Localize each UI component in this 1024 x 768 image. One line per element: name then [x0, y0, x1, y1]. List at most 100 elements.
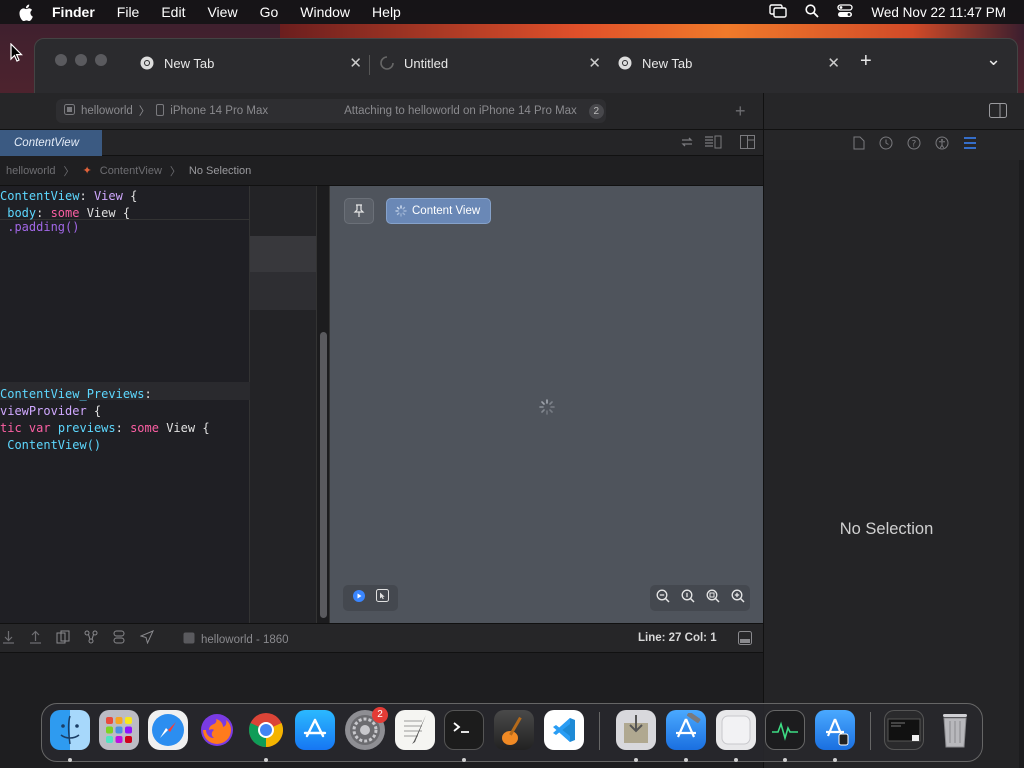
selectable-mode-icon[interactable] — [376, 589, 389, 607]
code-token: body — [0, 206, 37, 220]
scheme-device[interactable]: iPhone 14 Pro Max — [170, 105, 268, 117]
garageband-icon — [502, 716, 522, 745]
preview-mode-toggle — [343, 585, 398, 611]
environment-overrides-icon[interactable] — [112, 630, 126, 647]
debug-target-label[interactable]: helloworld - 1860 — [201, 634, 289, 646]
toggle-debug-area-icon[interactable] — [738, 631, 752, 648]
tab-search-button[interactable]: ⌄ — [986, 49, 1001, 70]
add-library-button[interactable]: + — [735, 101, 746, 122]
dock-app-xcode[interactable] — [666, 710, 706, 750]
apple-menu-icon[interactable] — [0, 4, 52, 21]
dock-app-system-settings[interactable]: 2 — [345, 707, 388, 750]
memory-graph-icon[interactable] — [84, 630, 98, 647]
zoom-actual-size-icon[interactable] — [681, 589, 695, 608]
dock-app-chrome[interactable] — [246, 710, 286, 750]
content-view-preview-button[interactable]: Content View — [386, 198, 491, 224]
window-minimize-button[interactable] — [75, 54, 87, 66]
file-inspector-icon[interactable] — [853, 136, 865, 155]
scheme-project[interactable]: helloworld — [81, 105, 133, 117]
live-preview-icon[interactable] — [352, 589, 366, 608]
toggle-inspector-icon[interactable] — [989, 103, 1007, 123]
running-indicator — [634, 758, 638, 762]
dock-app-firefox[interactable] — [197, 710, 237, 750]
browser-tab[interactable]: Untitled ✕ — [380, 45, 601, 81]
tab-close-icon[interactable]: ✕ — [588, 54, 601, 72]
zoom-in-icon[interactable] — [731, 589, 745, 608]
dock-app-screen-preview[interactable] — [884, 710, 924, 750]
editor-options-icon[interactable] — [704, 135, 722, 154]
jump-bar: helloworld 〉 ✦ ContentView 〉 No Selectio… — [0, 156, 763, 186]
editor-tab-contentview[interactable]: ContentView — [0, 130, 102, 156]
step-into-icon[interactable] — [2, 630, 15, 647]
scrollbar-thumb[interactable] — [320, 332, 327, 618]
jumpbar-file[interactable]: ContentView — [100, 165, 162, 177]
window-zoom-button[interactable] — [95, 54, 107, 66]
chrome-icon — [618, 56, 632, 70]
scheme-activity-view[interactable]: helloworld 〉 iPhone 14 Pro Max Attaching… — [56, 99, 606, 123]
window-close-button[interactable] — [55, 54, 67, 66]
tab-close-icon[interactable]: ✕ — [349, 54, 362, 72]
jumpbar-selection[interactable]: No Selection — [189, 165, 251, 177]
refresh-related-icon[interactable] — [680, 135, 694, 154]
issues-badge[interactable]: 2 — [588, 103, 604, 119]
menu-view[interactable]: View — [196, 4, 248, 20]
screen-preview-icon — [887, 718, 921, 742]
xcode-window: helloworld 〉 iPhone 14 Pro Max Attaching… — [0, 93, 763, 768]
pin-preview-button[interactable] — [344, 198, 374, 224]
preview-canvas[interactable]: Content View — [330, 186, 763, 623]
browser-tab[interactable]: New Tab ✕ — [140, 45, 362, 81]
new-tab-button[interactable]: + — [860, 50, 872, 73]
split-editor-icon[interactable] — [740, 135, 755, 154]
jumpbar-project[interactable]: helloworld — [6, 165, 56, 177]
editor-scrollbar[interactable] — [316, 186, 330, 623]
dock-app-garageband[interactable] — [494, 710, 534, 750]
minimap[interactable] — [250, 186, 316, 623]
content-view-label: Content View — [412, 205, 481, 217]
menu-window[interactable]: Window — [289, 4, 361, 20]
xcode-icon — [676, 713, 701, 738]
step-out-icon[interactable] — [29, 630, 42, 647]
zoom-out-icon[interactable] — [656, 589, 670, 608]
simulate-location-icon[interactable] — [139, 630, 154, 647]
menu-clock[interactable]: Wed Nov 22 11:47 PM — [871, 5, 1006, 20]
dock-app-simulator[interactable] — [815, 710, 855, 750]
running-indicator — [783, 758, 787, 762]
swift-file-icon: ✦ — [82, 165, 92, 177]
dock-app-launchpad[interactable] — [99, 710, 139, 750]
inspector-toolbar — [764, 93, 1024, 130]
dock-app-safari[interactable] — [148, 710, 188, 750]
menu-bar: Finder File Edit View Go Window Help Wed… — [0, 0, 1024, 24]
code-token: tic — [0, 421, 29, 435]
menu-edit[interactable]: Edit — [150, 4, 196, 20]
tab-close-icon[interactable]: ✕ — [827, 54, 840, 72]
zoom-to-fit-icon[interactable] — [706, 589, 720, 608]
debug-bar: helloworld - 1860 Line: 27 Col: 1 — [0, 623, 763, 653]
history-inspector-icon[interactable] — [879, 136, 893, 155]
accessibility-inspector-icon[interactable] — [935, 136, 949, 155]
dock-app-app-store[interactable] — [295, 710, 335, 750]
menu-file[interactable]: File — [106, 4, 151, 20]
control-center-icon[interactable] — [837, 3, 854, 21]
dock-app-blank[interactable] — [716, 710, 756, 750]
dock-app-terminal[interactable] — [444, 710, 484, 750]
menu-go[interactable]: Go — [249, 4, 290, 20]
source-editor[interactable]: ContentView: View { body: some View { .p… — [0, 186, 250, 623]
dock-app-textedit[interactable] — [395, 710, 435, 750]
quick-help-icon[interactable]: ? — [907, 136, 921, 155]
dock-app-vscode[interactable] — [544, 710, 584, 750]
menu-help[interactable]: Help — [361, 4, 412, 20]
screen-mirroring-icon[interactable] — [769, 3, 788, 21]
dock-app-installer[interactable] — [616, 710, 656, 750]
code-token: View { — [79, 206, 131, 220]
running-indicator — [68, 758, 72, 762]
dock-app-activity-monitor[interactable] — [765, 710, 805, 750]
code-token: : — [79, 189, 94, 203]
menu-app-name[interactable]: Finder — [52, 4, 106, 20]
dock-app-trash[interactable] — [935, 710, 975, 750]
attributes-inspector-icon[interactable] — [963, 136, 977, 154]
debug-view-hierarchy-icon[interactable] — [56, 630, 70, 647]
app-store-icon — [303, 718, 327, 738]
spotlight-search-icon[interactable] — [805, 3, 820, 21]
dock-app-finder[interactable] — [50, 710, 90, 750]
browser-tab[interactable]: New Tab ✕ — [618, 45, 840, 81]
